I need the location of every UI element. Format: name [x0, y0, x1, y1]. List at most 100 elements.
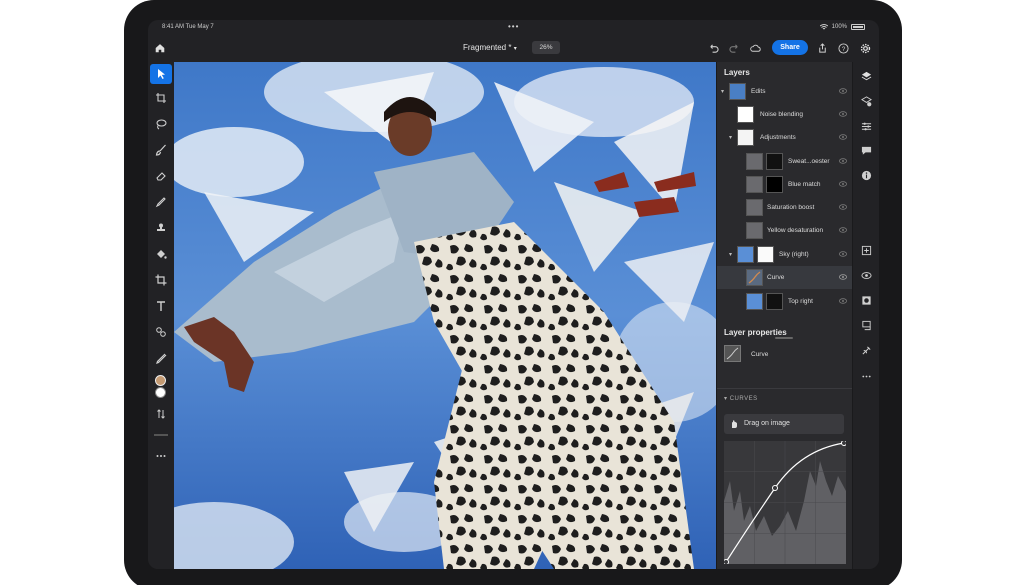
- layer-row-top-right[interactable]: Top right: [717, 290, 853, 313]
- document-title-text: Fragmented *: [463, 43, 512, 52]
- layer-name: Yellow desaturation: [767, 227, 824, 234]
- swap-colors-icon[interactable]: [150, 404, 172, 424]
- brush-icon[interactable]: [150, 140, 172, 160]
- expand-caret-icon[interactable]: ▾: [729, 251, 732, 258]
- layer-row-sky-right[interactable]: ▾ Sky (right): [717, 243, 853, 266]
- layer-row-saturation-boost[interactable]: Saturation boost: [717, 196, 853, 219]
- visibility-eye-icon[interactable]: [839, 227, 847, 233]
- content-aware-icon[interactable]: [150, 322, 172, 342]
- layer-row-adjustments[interactable]: ▾ Adjustments: [717, 126, 853, 149]
- layers-panel: Layers ▾ Edits Noise blending ▾ Adjustme…: [716, 62, 853, 569]
- curve-point-mid[interactable]: [772, 485, 778, 491]
- clipping-icon[interactable]: [860, 319, 873, 332]
- layer-thumbnail: [746, 199, 763, 216]
- healing-icon[interactable]: [150, 192, 172, 212]
- eyedropper-icon[interactable]: [150, 348, 172, 368]
- panel-resize-handle[interactable]: [775, 337, 793, 339]
- help-icon[interactable]: ?: [836, 41, 850, 55]
- layer-row-blue-match[interactable]: Blue match: [717, 173, 853, 196]
- settings-gear-icon[interactable]: [858, 41, 872, 55]
- expand-caret-icon[interactable]: ▾: [721, 88, 724, 95]
- layer-properties-name: Curve: [751, 351, 769, 358]
- image-canvas[interactable]: [174, 62, 716, 569]
- mask-icon[interactable]: [860, 294, 873, 307]
- layer-row-sweat[interactable]: Sweat...oester: [717, 150, 853, 173]
- visibility-eye-icon[interactable]: [839, 134, 847, 140]
- expand-caret-icon[interactable]: ▾: [729, 134, 732, 141]
- share-button[interactable]: Share: [772, 40, 808, 55]
- zoom-level[interactable]: 26%: [532, 41, 560, 54]
- visibility-eye-icon[interactable]: [860, 269, 873, 282]
- info-icon[interactable]: [860, 169, 873, 182]
- layers-icon[interactable]: [860, 70, 873, 83]
- type-icon[interactable]: [150, 296, 172, 316]
- move-tool-icon[interactable]: [150, 64, 172, 84]
- layer-thumbnail: [746, 222, 763, 239]
- home-icon[interactable]: [154, 41, 168, 55]
- visibility-eye-icon[interactable]: [839, 204, 847, 210]
- undo-icon[interactable]: [706, 41, 720, 55]
- layer-row-curve[interactable]: Curve: [717, 266, 853, 289]
- hand-drag-icon: [732, 420, 737, 428]
- visibility-eye-icon[interactable]: [839, 111, 847, 117]
- curves-label: CURVES: [729, 396, 758, 402]
- canvas-artwork: [174, 62, 716, 569]
- multitask-dots-icon[interactable]: •••: [508, 22, 519, 31]
- curve-layer-thumbnail: [746, 269, 763, 286]
- layer-name: Curve: [767, 274, 785, 281]
- visibility-eye-icon[interactable]: [839, 298, 847, 304]
- layer-row-noise-blending[interactable]: Noise blending: [717, 103, 853, 126]
- battery-percent: 100%: [831, 24, 847, 30]
- layer-name: Edits: [751, 88, 766, 95]
- layer-mask-thumbnail: [757, 246, 774, 263]
- layer-name: Saturation boost: [767, 204, 815, 211]
- battery-icon: [851, 24, 865, 30]
- visibility-eye-icon[interactable]: [839, 88, 847, 94]
- export-icon[interactable]: [815, 41, 829, 55]
- layer-thumbnail: [729, 83, 746, 100]
- paint-bucket-icon[interactable]: [150, 244, 172, 264]
- layer-row-edits[interactable]: ▾ Edits: [717, 80, 853, 103]
- clone-stamp-icon[interactable]: [150, 218, 172, 238]
- foreground-color-swatch[interactable]: [155, 375, 166, 386]
- adjustment-layer-icon[interactable]: [860, 95, 873, 108]
- layer-mask-thumbnail: [766, 293, 783, 310]
- panel-switcher: [852, 62, 879, 569]
- curve-point-black[interactable]: [723, 559, 729, 565]
- crop-icon[interactable]: [150, 270, 172, 290]
- visibility-eye-icon[interactable]: [839, 251, 847, 257]
- redo-icon[interactable]: [727, 41, 741, 55]
- layer-name: Noise blending: [760, 111, 804, 118]
- background-color-swatch[interactable]: [155, 387, 166, 398]
- properties-sliders-icon[interactable]: [860, 120, 873, 133]
- curves-graph[interactable]: [723, 440, 847, 565]
- eraser-icon[interactable]: [150, 166, 172, 186]
- layer-thumbnail: [746, 153, 763, 170]
- tools-panel: [148, 62, 174, 569]
- layer-mask-thumbnail: [766, 176, 783, 193]
- visibility-eye-icon[interactable]: [839, 181, 847, 187]
- cloud-sync-icon[interactable]: [748, 41, 762, 55]
- layer-row-yellow-desaturation[interactable]: Yellow desaturation: [717, 219, 853, 242]
- fx-effects-icon[interactable]: [860, 344, 873, 357]
- layer-properties-row: Curve: [724, 343, 846, 365]
- drag-on-image-button[interactable]: Drag on image: [724, 414, 844, 434]
- curve-point-white[interactable]: [841, 440, 847, 446]
- status-time: 8:41 AM Tue May 7: [162, 24, 214, 30]
- layer-thumbnail: [737, 106, 754, 123]
- crop-transform-icon[interactable]: [150, 88, 172, 108]
- section-divider: [717, 388, 853, 389]
- more-tools-icon[interactable]: [150, 446, 172, 466]
- curves-section-header[interactable]: ▾ CURVES: [724, 395, 758, 402]
- visibility-eye-icon[interactable]: [839, 158, 847, 164]
- layer-mask-thumbnail: [766, 153, 783, 170]
- toolbar-divider: [154, 434, 168, 436]
- document-title[interactable]: Fragmented * ▾: [463, 43, 517, 52]
- more-options-icon[interactable]: [860, 370, 873, 383]
- layer-name: Top right: [788, 298, 813, 305]
- lasso-icon[interactable]: [150, 114, 172, 134]
- visibility-eye-icon[interactable]: [839, 274, 847, 280]
- comments-icon[interactable]: [860, 144, 873, 157]
- add-layer-icon[interactable]: [860, 244, 873, 257]
- layer-thumbnail: [737, 246, 754, 263]
